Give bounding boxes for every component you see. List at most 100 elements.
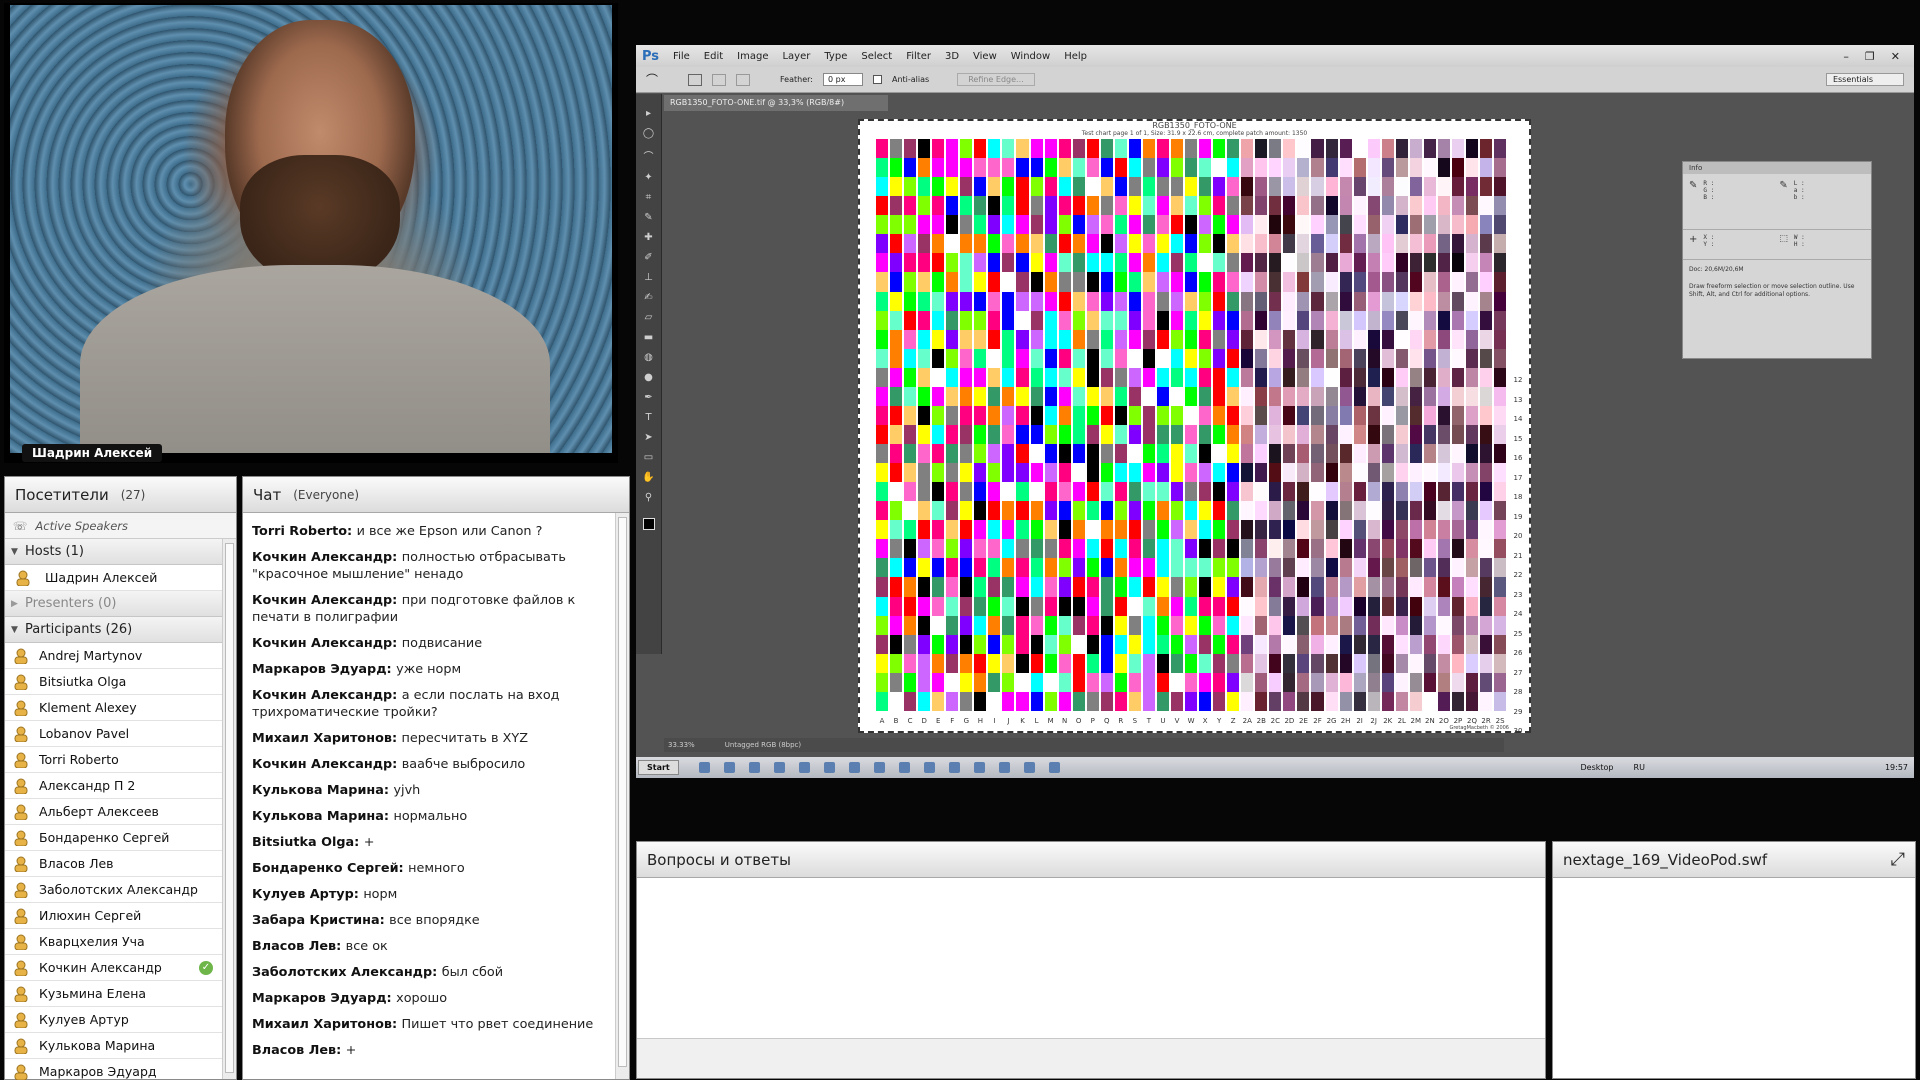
color-patch [1128,405,1141,425]
dodge-tool-icon[interactable]: ● [644,372,653,383]
participant-row[interactable]: Маркаров Эдуард [5,1059,223,1080]
hosts-section[interactable]: ▼ Hosts (1) [5,539,223,565]
color-patch [1170,424,1184,444]
excel-icon[interactable] [848,762,860,773]
pen-tool-icon[interactable]: ✒ [644,392,652,403]
gradient-tool-icon[interactable]: ▬ [644,332,653,343]
shape-tool-icon[interactable]: ▭ [644,452,653,463]
crop-tool-icon[interactable]: ⌗ [646,192,652,203]
participant-row[interactable]: Заболотских Александр [5,877,223,903]
foreground-color-swatch[interactable] [642,518,655,530]
language-indicator[interactable]: RU [1634,763,1645,772]
color-patch [974,615,987,635]
participant-row[interactable]: Кочкин Александр ✓ [5,955,223,981]
minimize-icon[interactable]: – [1843,50,1849,63]
chat-scroll-thumb[interactable] [618,517,627,1067]
antialias-checkbox[interactable] [872,75,882,84]
menu-item[interactable]: Image [737,51,768,62]
color-patch [1255,691,1268,711]
participant-row[interactable]: Klement Alexey [5,695,223,721]
terminal-icon[interactable] [973,762,985,773]
network-icon[interactable] [998,762,1010,773]
color-patch [1128,691,1141,711]
hand-tool-icon[interactable]: ✋ [642,472,654,483]
history-brush-tool-icon[interactable]: ✍ [644,292,652,303]
zoom-tool-icon[interactable]: ⚲ [645,492,652,503]
eyedropper-tool-icon[interactable]: ✎ [644,212,652,223]
start-button[interactable]: Start [638,760,679,775]
menu-item[interactable]: Layer [782,51,810,62]
photoshop-icon[interactable] [773,762,785,773]
menu-item[interactable]: File [673,51,690,62]
chat-message: Кочкин Александр: а если послать на вход… [252,687,604,721]
participant-row[interactable]: Илюхин Сергей [5,903,223,929]
chat-message: Кочкин Александр: подвисание [252,635,604,652]
word-icon[interactable] [823,762,835,773]
document-tab[interactable]: RGB1350_FOTO-ONE.tif @ 33,3% (RGB/8#) [664,95,888,111]
refine-edge-button[interactable]: Refine Edge... [957,73,1035,86]
active-speakers-row[interactable]: ☏ Active Speakers [5,513,236,539]
participant-row[interactable]: Бондаренко Сергей [5,825,223,851]
firefox-icon[interactable] [948,762,960,773]
app-icon[interactable] [798,762,810,773]
folder-icon[interactable] [723,762,735,773]
browser-icon[interactable] [873,762,885,773]
brush-tool-icon[interactable]: ✐ [644,252,652,263]
menu-item[interactable]: Select [861,51,892,62]
participant-row[interactable]: Кулькова Марина [5,1033,223,1059]
participant-row[interactable]: Кузьмина Елена [5,981,223,1007]
marquee-tool-icon[interactable]: ◯ [643,128,654,139]
restore-icon[interactable]: ❐ [1865,50,1875,63]
color-patch [1367,501,1380,521]
menu-item[interactable]: View [973,51,997,62]
menu-item[interactable]: Window [1011,51,1050,62]
save-icon[interactable] [898,762,910,773]
attendees-scrollbar[interactable] [222,539,236,1079]
participants-section[interactable]: ▼ Participants (26) [5,617,223,643]
feather-input[interactable]: 0 px [822,73,863,86]
menu-item[interactable]: Edit [704,51,723,62]
ie-icon[interactable] [698,762,710,773]
quick-select-tool-icon[interactable]: ✦ [644,172,652,183]
path-select-tool-icon[interactable]: ➤ [644,432,652,443]
participant-row[interactable]: Альберт Алексеев [5,799,223,825]
subtract-selection-icon[interactable] [736,73,751,86]
participant-row[interactable]: Кварцхелия Уча [5,929,223,955]
settings-icon[interactable] [1023,762,1035,773]
participant-row[interactable]: Torri Roberto [5,747,223,773]
row-label: 13 [1513,395,1523,404]
participant-row[interactable]: Andrej Martynov [5,643,223,669]
participant-row[interactable]: Lobanov Pavel [5,721,223,747]
menu-item[interactable]: 3D [945,51,959,62]
move-tool-icon[interactable]: ▸ [646,108,651,119]
menu-item[interactable]: Filter [906,51,931,62]
participant-row[interactable]: Александр П 2 [5,773,223,799]
lasso-tool-icon[interactable]: ⌒ [644,148,654,163]
media-icon[interactable] [748,762,760,773]
participant-row[interactable]: Кулуев Артур [5,1007,223,1033]
eraser-tool-icon[interactable]: ▱ [645,312,653,323]
app-icon[interactable] [1048,762,1060,773]
type-tool-icon[interactable]: T [645,412,651,423]
zoom-level[interactable]: 33.33% [668,741,695,749]
participant-row[interactable]: Власов Лев [5,851,223,877]
color-patch [1030,539,1043,559]
menu-item[interactable]: Type [824,51,847,62]
healing-tool-icon[interactable]: ✚ [644,232,652,243]
attendees-scroll-thumb[interactable] [225,543,234,1073]
lasso-tool-icon[interactable]: ⌒ [646,71,658,88]
workspace-select[interactable]: Essentials [1825,73,1904,86]
chat-scrollbar[interactable] [615,513,629,1079]
host-row[interactable]: Шадрин Алексей [5,565,223,591]
close-icon[interactable]: ✕ [1891,50,1900,63]
desktop-toolbar[interactable]: Desktop [1581,763,1614,772]
menu-item[interactable]: Help [1064,51,1087,62]
chrome-icon[interactable] [923,762,935,773]
participant-row[interactable]: Bitsiutka Olga [5,669,223,695]
add-selection-icon[interactable] [712,73,727,86]
presenters-section[interactable]: ▶ Presenters (0) [5,591,223,617]
fullscreen-icon[interactable]: ⤢ [1891,849,1905,870]
selection-mode-icon[interactable] [688,73,703,86]
stamp-tool-icon[interactable]: ⊥ [644,272,653,283]
blur-tool-icon[interactable]: ◍ [644,352,653,363]
